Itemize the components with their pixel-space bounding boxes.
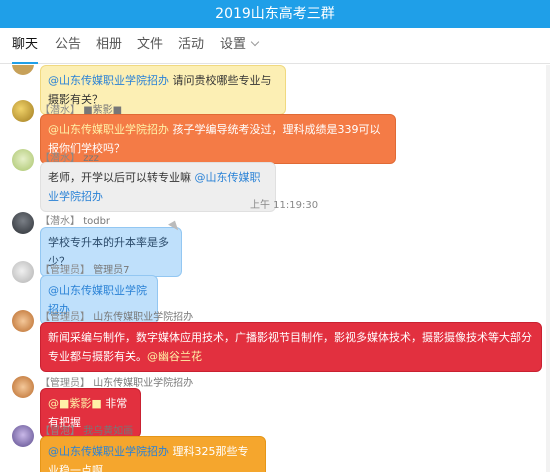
mention-link[interactable]: @山东传媒职业学院招办 bbox=[48, 445, 169, 458]
tab-chat[interactable]: 聊天 bbox=[12, 28, 39, 64]
sender-line: 【管理员】 管理员7 bbox=[40, 261, 130, 276]
chat-message-list[interactable]: @山东传媒职业学院招办 请问贵校哪些专业与摄影有关？ 【潜水】 ■紫影■ @山东… bbox=[0, 65, 550, 472]
mention-link[interactable]: @山东传媒职业学院招办 bbox=[48, 123, 169, 136]
tab-settings[interactable]: 设置 bbox=[220, 28, 260, 64]
sender-line: 【管理员】 山东传媒职业学院招办 bbox=[40, 308, 193, 323]
sender-line: 【潜水】 todbr bbox=[40, 212, 110, 227]
sender-name[interactable]: todbr bbox=[83, 216, 110, 227]
avatar[interactable] bbox=[12, 65, 34, 75]
avatar[interactable] bbox=[12, 310, 34, 332]
window-title: 2019山东高考三群 bbox=[0, 0, 550, 28]
timestamp: 上午 11:19:30 bbox=[250, 200, 319, 211]
message-text: 老师，开学以后可以转专业嘛 bbox=[48, 171, 195, 184]
message-bubble: 老师，开学以后可以转专业嘛 @山东传媒职业学院招办 bbox=[40, 162, 276, 212]
tab-album[interactable]: 相册 bbox=[96, 28, 122, 64]
avatar[interactable] bbox=[12, 149, 34, 171]
avatar[interactable] bbox=[12, 212, 34, 234]
avatar[interactable] bbox=[12, 376, 34, 398]
message-bubble: @山东传媒职业学院招办 理科325那些专业稳一点啊 bbox=[40, 436, 266, 472]
avatar[interactable] bbox=[12, 100, 34, 122]
mention-link[interactable]: @■紫影■ bbox=[48, 397, 102, 410]
avatar[interactable] bbox=[12, 261, 34, 283]
sender-line: 【冒泡】 我乌黄如画 bbox=[40, 422, 133, 437]
tab-announcements[interactable]: 公告 bbox=[55, 28, 81, 64]
mention-link[interactable]: @山东传媒职业学院招办 bbox=[48, 74, 169, 87]
message-text: 新闻采编与制作，数字媒体应用技术，广播影视节目制作，影视多媒体技术，摄影摄像技术… bbox=[48, 331, 532, 363]
message-bubble: 新闻采编与制作，数字媒体应用技术，广播影视节目制作，影视多媒体技术，摄影摄像技术… bbox=[40, 322, 542, 372]
sender-line: 【管理员】 山东传媒职业学院招办 bbox=[40, 374, 193, 389]
avatar[interactable] bbox=[12, 425, 34, 447]
chat-scrollbar[interactable] bbox=[546, 65, 550, 472]
tab-activities[interactable]: 活动 bbox=[178, 28, 204, 64]
tab-files[interactable]: 文件 bbox=[137, 28, 163, 64]
tab-bar: 聊天 公告 相册 文件 活动 设置 bbox=[0, 28, 550, 64]
sender-role: 【潜水】 bbox=[40, 216, 80, 227]
mention-link[interactable]: @幽谷兰花 bbox=[147, 350, 202, 363]
chevron-down-icon bbox=[250, 37, 260, 47]
tab-settings-label: 设置 bbox=[220, 37, 247, 52]
